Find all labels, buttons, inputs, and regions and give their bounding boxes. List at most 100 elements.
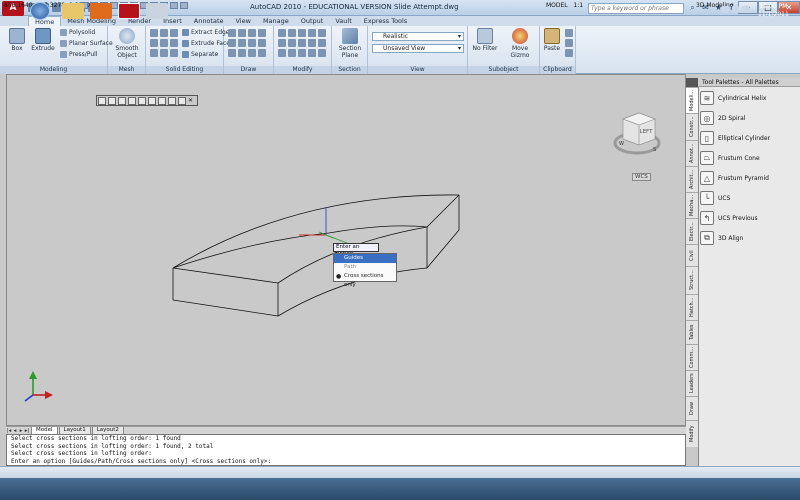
- panel-title-draw[interactable]: Draw: [224, 66, 273, 74]
- imprint-icon[interactable]: [160, 39, 168, 47]
- lwt-toggle-icon[interactable]: [170, 2, 178, 9]
- command-line[interactable]: Select cross sections in lofting order: …: [6, 434, 686, 466]
- app-taskbar-icon[interactable]: [146, 3, 168, 19]
- palette-tab-mechanical[interactable]: Mecha...: [686, 192, 698, 218]
- trim-icon[interactable]: [308, 39, 316, 47]
- panel-title-modeling[interactable]: Modeling: [0, 66, 107, 74]
- union-icon[interactable]: [150, 29, 158, 37]
- cut-icon[interactable]: [565, 29, 573, 37]
- palette-item-elliptical-cylinder[interactable]: ▯ Elliptical Cylinder: [700, 130, 770, 146]
- annotation-scale[interactable]: 1:1: [573, 2, 583, 9]
- planar-surface-button[interactable]: Planar Surface: [60, 40, 113, 47]
- palette-item-3d-align[interactable]: ⧉ 3D Align: [700, 230, 743, 246]
- toolbar-button-2[interactable]: [108, 97, 116, 105]
- panel-title-mesh[interactable]: Mesh: [108, 66, 145, 74]
- move-icon[interactable]: [278, 29, 286, 37]
- toolbar-button-8[interactable]: [168, 97, 176, 105]
- last-layout-icon[interactable]: ▸|: [24, 428, 30, 434]
- palette-tab-structural[interactable]: Struct...: [686, 266, 698, 294]
- wcs-menu[interactable]: WCS: [632, 173, 651, 181]
- line-icon[interactable]: [228, 29, 236, 37]
- spline-icon[interactable]: [248, 39, 256, 47]
- toolbar-close-icon[interactable]: ✕: [188, 97, 196, 105]
- toolbar-button-1[interactable]: [98, 97, 106, 105]
- model-space-button[interactable]: MODEL 1:1: [546, 2, 583, 9]
- media-player-taskbar-icon[interactable]: [90, 3, 112, 19]
- palette-tab-command[interactable]: Comm...: [686, 344, 698, 370]
- palette-item-ucs[interactable]: └ UCS: [700, 190, 730, 206]
- palette-titlebar-handle[interactable]: [686, 78, 698, 87]
- polyline-icon[interactable]: [238, 29, 246, 37]
- presspull-button[interactable]: Press/Pull: [60, 51, 97, 58]
- option-path[interactable]: Path: [334, 263, 396, 272]
- toolbar-button-4[interactable]: [128, 97, 136, 105]
- viewcube[interactable]: LEFT W S: [613, 112, 661, 155]
- ellipse-icon[interactable]: [258, 39, 266, 47]
- palette-tab-civil[interactable]: Civil: [686, 244, 698, 266]
- palette-tab-constraints[interactable]: Constr...: [686, 113, 698, 140]
- tab-manage[interactable]: Manage: [257, 16, 295, 26]
- align-icon[interactable]: [298, 49, 306, 57]
- palette-tab-annotation[interactable]: Annot...: [686, 140, 698, 166]
- named-view-select[interactable]: Unsaved View: [372, 44, 464, 53]
- intersect-icon[interactable]: [170, 29, 178, 37]
- rotate-icon[interactable]: [288, 29, 296, 37]
- tray-network-icon[interactable]: [732, 6, 739, 13]
- no-filter-button[interactable]: No Filter: [470, 28, 500, 52]
- taper-icon[interactable]: [170, 49, 178, 57]
- section-plane-button[interactable]: Section Plane: [336, 28, 364, 59]
- palette-tab-leaders[interactable]: Leaders: [686, 370, 698, 396]
- paste-button[interactable]: Paste: [542, 28, 562, 52]
- box-button[interactable]: Box: [4, 28, 30, 52]
- point-icon[interactable]: [248, 49, 256, 57]
- panel-title-view[interactable]: View: [368, 66, 467, 74]
- thicken-icon[interactable]: [170, 39, 178, 47]
- hatch-icon[interactable]: [228, 49, 236, 57]
- palette-tab-hatches[interactable]: Hatch...: [686, 294, 698, 320]
- option-guides[interactable]: Guides: [334, 254, 396, 263]
- explorer-taskbar-icon[interactable]: [62, 3, 84, 19]
- tray-volume-icon[interactable]: [742, 6, 749, 13]
- palette-tab-architectural[interactable]: Archit...: [686, 166, 698, 192]
- copy-clip-icon[interactable]: [565, 39, 573, 47]
- option-cross-sections-only[interactable]: ● Cross sections only: [334, 272, 396, 288]
- panel-title-subobject[interactable]: Subobject: [468, 66, 539, 74]
- qp-toggle-icon[interactable]: [180, 2, 188, 9]
- start-button[interactable]: [30, 2, 50, 20]
- palette-tab-modify[interactable]: Modify: [686, 420, 698, 447]
- helix-draw-icon[interactable]: [258, 49, 266, 57]
- tab-output[interactable]: Output: [295, 16, 330, 26]
- tab-vault[interactable]: Vault: [329, 16, 357, 26]
- smooth-object-button[interactable]: Smooth Object: [112, 28, 142, 59]
- palette-tab-electrical[interactable]: Electr...: [686, 218, 698, 244]
- rectangle-icon[interactable]: [228, 39, 236, 47]
- slice-icon[interactable]: [150, 39, 158, 47]
- 3d-mirror-icon[interactable]: [308, 49, 316, 57]
- palette-item-2d-spiral[interactable]: ◎ 2D Spiral: [700, 110, 745, 126]
- fillet-edge-icon[interactable]: [160, 49, 168, 57]
- palette-tab-modeling[interactable]: Modeli...: [686, 87, 698, 113]
- stretch-icon[interactable]: [308, 29, 316, 37]
- offset-icon[interactable]: [298, 39, 306, 47]
- palette-item-cylindrical-helix[interactable]: ≋ Cylindrical Helix: [700, 90, 766, 106]
- mirror-icon[interactable]: [318, 29, 326, 37]
- erase-icon[interactable]: [278, 49, 286, 57]
- palette-tab-tables[interactable]: Tables: [686, 320, 698, 344]
- polysolid-button[interactable]: Polysolid: [60, 29, 95, 36]
- toolbar-button-6[interactable]: [148, 97, 156, 105]
- circle-icon[interactable]: [248, 29, 256, 37]
- extrude-button[interactable]: Extrude: [30, 28, 56, 52]
- match-properties-icon[interactable]: [565, 49, 573, 57]
- panel-title-modify[interactable]: Modify: [274, 66, 331, 74]
- panel-title-section[interactable]: Section: [332, 66, 367, 74]
- palette-item-ucs-previous[interactable]: ↰ UCS Previous: [700, 210, 758, 226]
- visual-style-select[interactable]: Realistic: [372, 32, 464, 41]
- tab-express-tools[interactable]: Express Tools: [358, 16, 413, 26]
- panel-title-solid-editing[interactable]: Solid Editing: [146, 66, 223, 74]
- explode-icon[interactable]: [288, 49, 296, 57]
- region-icon[interactable]: [238, 49, 246, 57]
- polygon-icon[interactable]: [238, 39, 246, 47]
- array-icon[interactable]: [288, 39, 296, 47]
- arc-icon[interactable]: [258, 29, 266, 37]
- fillet-icon[interactable]: [318, 39, 326, 47]
